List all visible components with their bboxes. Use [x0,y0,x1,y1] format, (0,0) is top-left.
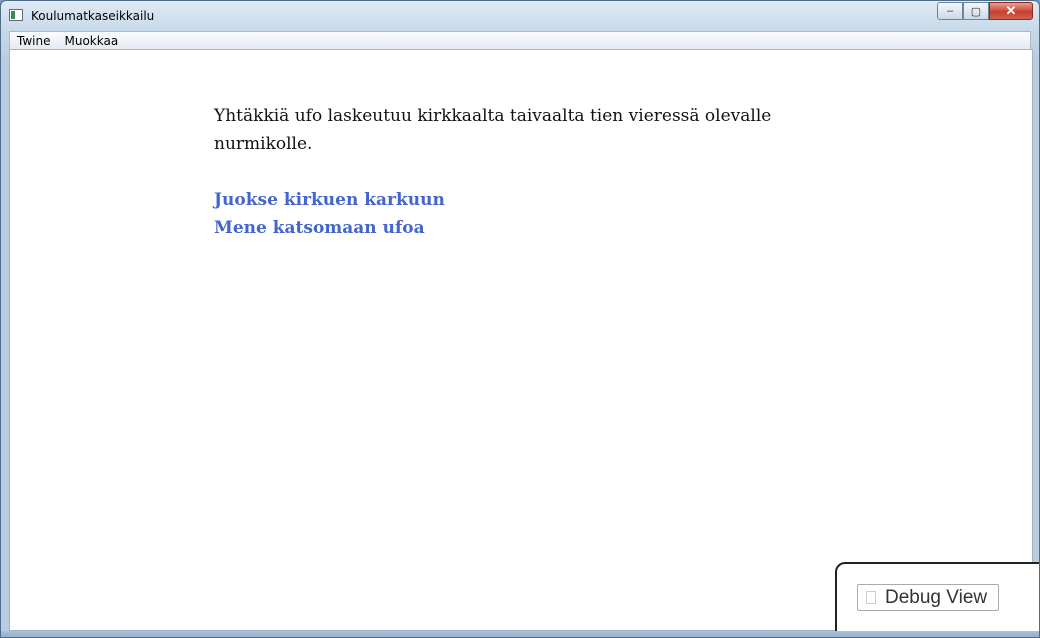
passage-links: Juokse kirkuen karkuun Mene katsomaan uf… [214,186,445,242]
window-controls: – ▢ ✕ [937,2,1033,22]
app-window: Koulumatkaseikkailu – ▢ ✕ Twine Muokkaa … [0,0,1040,638]
debug-icon [866,591,876,604]
title-bar[interactable]: Koulumatkaseikkailu – ▢ ✕ [1,1,1039,31]
story-content: Yhtäkkiä ufo laskeutuu kirkkaalta taivaa… [9,49,1039,637]
app-window-icon[interactable] [9,9,23,21]
menu-item-muokkaa[interactable]: Muokkaa [57,34,125,48]
close-button[interactable]: ✕ [989,2,1033,20]
minimize-button[interactable]: – [937,2,963,20]
debug-view-label: Debug View [885,586,988,608]
menu-bar: Twine Muokkaa [9,31,1031,49]
debug-view-button[interactable]: Debug View [857,584,999,611]
menu-item-twine[interactable]: Twine [10,34,57,48]
passage-text: Yhtäkkiä ufo laskeutuu kirkkaalta taivaa… [214,106,772,154]
link-run-away[interactable]: Juokse kirkuen karkuun [214,186,445,214]
maximize-button[interactable]: ▢ [963,2,989,20]
window-frame-bottom [1,631,1039,637]
window-title: Koulumatkaseikkailu [31,9,155,23]
link-go-see-ufo[interactable]: Mene katsomaan ufoa [214,214,445,242]
debug-panel: Debug View [835,562,1039,637]
